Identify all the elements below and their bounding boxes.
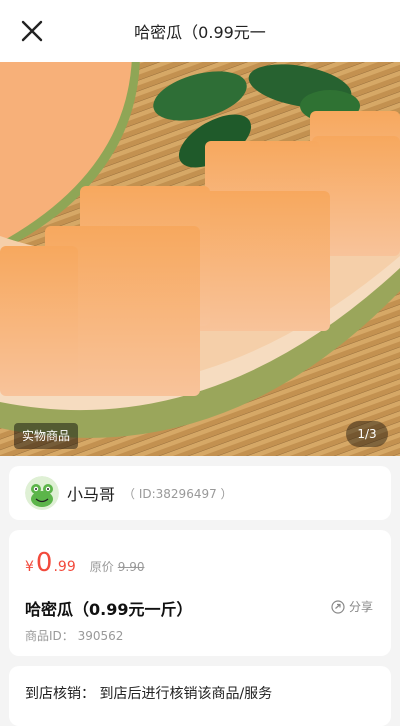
currency-symbol: ¥ <box>25 559 34 575</box>
product-id: 商品ID： 390562 <box>25 629 124 643</box>
seller-id: （ ID:38296497 ） <box>123 486 233 501</box>
share-icon <box>331 599 345 614</box>
share-button[interactable]: 分享 <box>331 598 373 615</box>
top-bar: 哈密瓜（0.99元一 <box>0 0 400 62</box>
page-title: 哈密瓜（0.99元一 <box>134 23 266 42</box>
item-type-badge: 实物商品 <box>14 423 79 449</box>
share-label: 分享 <box>348 600 373 614</box>
price-integer: 0 <box>35 548 53 578</box>
image-pager: 1/3 <box>346 421 388 447</box>
seller-name: 小马哥 <box>67 485 116 504</box>
product-title: 哈密瓜（0.99元一斤） <box>25 600 193 619</box>
product-info-card: ¥ 0 .99 原价 9.90 哈密瓜（0.99元一斤） 分享 商品ID： 39… <box>9 530 391 656</box>
redeem-info-card: 到店核销： 到店后进行核销该商品/服务 <box>9 666 391 726</box>
price-decimal: .99 <box>53 559 76 575</box>
product-image-carousel[interactable]: 实物商品 1/3 <box>0 56 400 456</box>
seller-card[interactable]: 小马哥 （ ID:38296497 ） <box>9 466 391 520</box>
avatar <box>25 476 59 510</box>
product-image <box>0 56 400 456</box>
close-icon[interactable] <box>18 17 46 45</box>
price-row: ¥ 0 .99 原价 9.90 <box>25 548 144 578</box>
original-price-label: 原价 <box>89 560 114 574</box>
original-price: 9.90 <box>117 560 145 574</box>
redeem-text: 到店核销： 到店后进行核销该商品/服务 <box>25 686 273 702</box>
